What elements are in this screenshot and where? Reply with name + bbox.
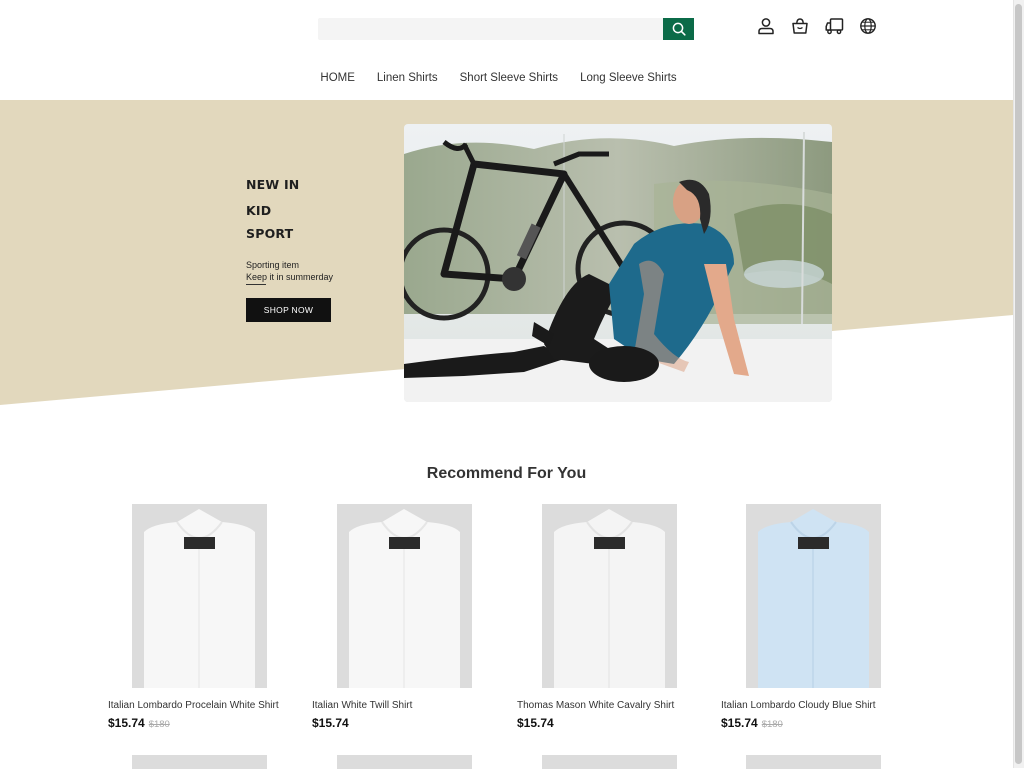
shop-now-button[interactable]: SHOP NOW <box>246 298 331 322</box>
hero-subtitle-line1: Sporting item <box>246 260 300 270</box>
original-price: $180 <box>761 719 783 730</box>
shipping-button[interactable] <box>824 16 844 36</box>
current-price: $15.74 <box>721 716 758 730</box>
search-bar <box>318 18 694 40</box>
nav-short-sleeve-shirts[interactable]: Short Sleeve Shirts <box>460 72 558 84</box>
hero-line-sport: SPORT <box>246 226 294 241</box>
product-image[interactable] <box>542 504 677 688</box>
product-name[interactable]: Thomas Mason White Cavalry Shirt <box>517 700 674 711</box>
product-image-next-row[interactable] <box>132 755 267 769</box>
product-image-next-row[interactable] <box>542 755 677 769</box>
account-button[interactable] <box>756 16 776 36</box>
hero-subtitle-line2: Keep it in summerday <box>246 272 334 282</box>
hero-banner: NEW IN KID SPORT Sporting item Keep it i… <box>0 100 1013 420</box>
original-price: $180 <box>148 719 170 730</box>
product-price: $15.74 <box>517 714 554 732</box>
product-name[interactable]: Italian Lombardo Cloudy Blue Shirt <box>721 700 876 711</box>
product-image[interactable] <box>132 504 267 688</box>
current-price: $15.74 <box>517 716 554 730</box>
product-price: $15.74 $180 <box>721 714 783 732</box>
hero-underline <box>246 284 266 285</box>
product-price: $15.74 <box>312 714 349 732</box>
product-image[interactable] <box>337 504 472 688</box>
main-nav: HOME Linen Shirts Short Sleeve Shirts Lo… <box>0 72 1013 84</box>
hero-subtitle: Sporting item Keep it in summerday <box>246 259 333 283</box>
user-icon <box>758 18 774 35</box>
product-price: $15.74 $180 <box>108 714 170 732</box>
nav-long-sleeve-shirts[interactable]: Long Sleeve Shirts <box>580 72 677 84</box>
product-name[interactable]: Italian Lombardo Procelain White Shirt <box>108 700 279 711</box>
shopping-bag-icon <box>792 18 808 34</box>
search-button[interactable] <box>663 18 694 40</box>
hero-line-kid: KID <box>246 203 272 218</box>
nav-home[interactable]: HOME <box>320 72 355 84</box>
product-image-next-row[interactable] <box>337 755 472 769</box>
hero-photo-cyclist[interactable] <box>404 124 832 402</box>
search-icon <box>672 22 686 36</box>
cart-button[interactable] <box>790 16 810 36</box>
header-icons <box>756 16 878 36</box>
recommend-title: Recommend For You <box>426 465 587 482</box>
search-input[interactable] <box>318 18 662 40</box>
product-name[interactable]: Italian White Twill Shirt <box>312 700 412 711</box>
page-scrollbar[interactable] <box>1013 0 1024 768</box>
current-price: $15.74 <box>312 716 349 730</box>
site-header: HOME Linen Shirts Short Sleeve Shirts Lo… <box>0 0 1013 100</box>
truck-icon <box>824 18 843 35</box>
current-price: $15.74 <box>108 716 145 730</box>
language-button[interactable] <box>858 16 878 36</box>
globe-icon <box>860 18 876 34</box>
nav-linen-shirts[interactable]: Linen Shirts <box>377 72 438 84</box>
product-image-next-row[interactable] <box>746 755 881 769</box>
scrollbar-thumb[interactable] <box>1015 4 1022 764</box>
product-image[interactable] <box>746 504 881 688</box>
hero-line-new-in: NEW IN <box>246 177 300 192</box>
